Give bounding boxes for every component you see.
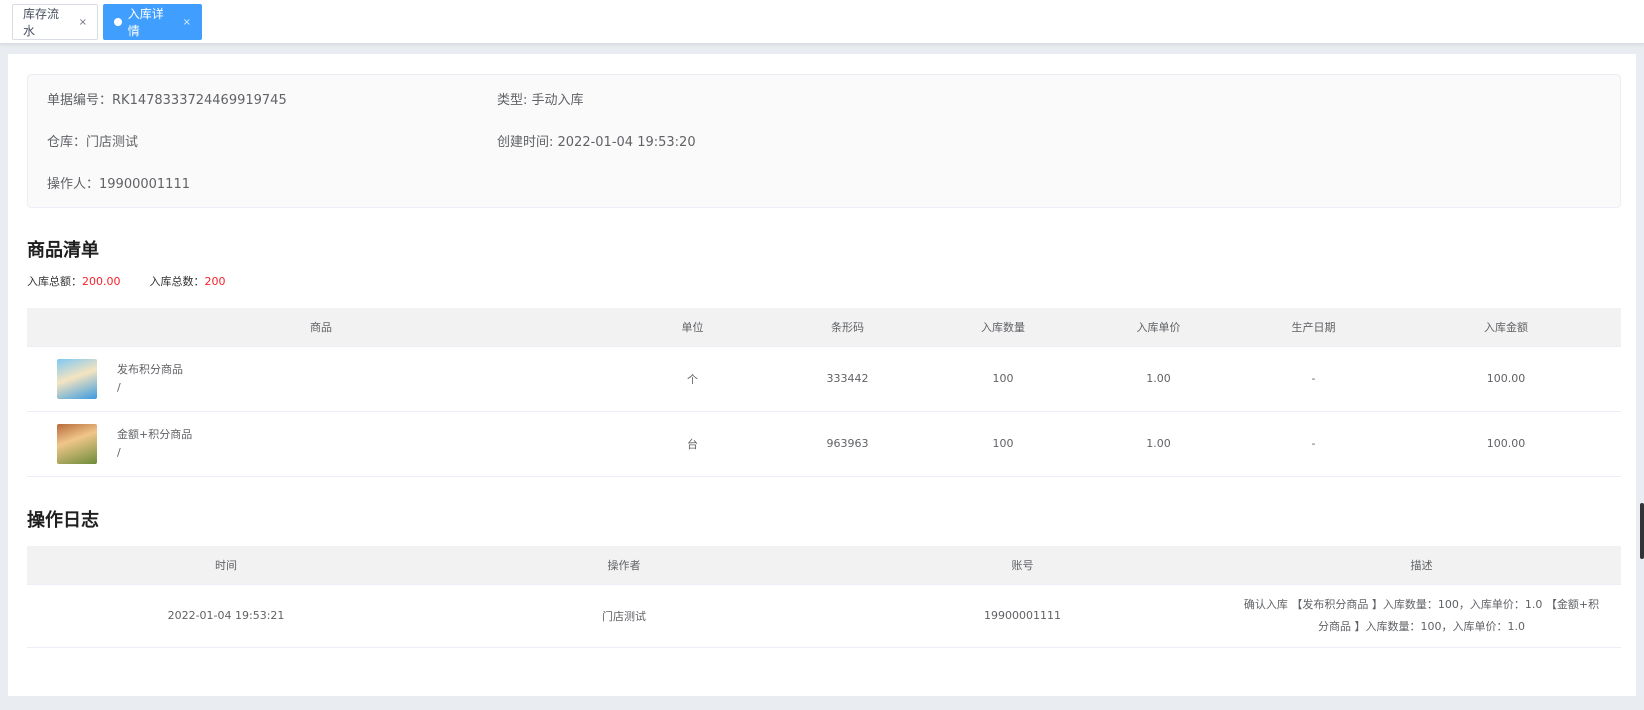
tab-label: 入库详情	[127, 7, 164, 38]
log-table: 时间 操作者 账号 描述 2022-01-04 19:53:21 门店测试 19…	[27, 546, 1621, 648]
col-header: 条形码	[770, 308, 925, 347]
product-name: 发布积分商品	[117, 362, 183, 376]
barcode-cell: 333442	[770, 346, 925, 412]
unit-cell: 台	[615, 411, 770, 477]
tabs-bar: 库存流水 × 入库详情 ×	[0, 0, 1644, 44]
col-header: 时间	[27, 546, 425, 585]
order-info-box: 单据编号：RK1478333724469919745 类型: 手动入库 仓库：门…	[27, 74, 1621, 208]
close-icon[interactable]: ×	[183, 17, 191, 28]
date-cell: -	[1236, 411, 1391, 477]
col-header: 账号	[823, 546, 1222, 585]
amount-cell: 100.00	[1391, 411, 1621, 477]
log-desc: 确认入库 【发布积分商品 】入库数量：100，入库单价：1.0 【金额+积 分商…	[1222, 584, 1621, 648]
table-header-row: 商品 单位 条形码 入库数量 入库单价 生产日期 入库金额	[27, 308, 1621, 347]
col-header: 商品	[27, 308, 615, 347]
tab-inbound-detail[interactable]: 入库详情 ×	[103, 4, 202, 40]
table-row: 金额+积分商品 / 台 963963 100 1.00 - 100.00	[27, 411, 1621, 477]
col-header: 入库数量	[925, 308, 1081, 347]
warehouse: 仓库：门店测试	[47, 135, 139, 150]
price-cell: 1.00	[1081, 411, 1236, 477]
table-header-row: 时间 操作者 账号 描述	[27, 546, 1621, 585]
price-cell: 1.00	[1081, 346, 1236, 412]
tab-label: 库存流水	[23, 7, 60, 38]
goods-table: 商品 单位 条形码 入库数量 入库单价 生产日期 入库金额 发布积分商品 / 个…	[27, 308, 1621, 477]
product-image	[57, 358, 97, 399]
col-header: 单位	[615, 308, 770, 347]
goods-title: 商品清单	[27, 240, 99, 261]
close-icon[interactable]: ×	[79, 17, 87, 28]
table-row: 发布积分商品 / 个 333442 100 1.00 - 100.00	[27, 346, 1621, 412]
tab-inventory-flow[interactable]: 库存流水 ×	[12, 4, 98, 40]
col-header: 操作者	[425, 546, 823, 585]
order-type: 类型: 手动入库	[497, 93, 584, 108]
goods-summary: 入库总额：200.00 入库总数：200	[27, 275, 226, 288]
log-account: 19900001111	[823, 584, 1222, 648]
date-cell: -	[1236, 346, 1391, 412]
log-operator: 门店测试	[425, 584, 823, 648]
log-time: 2022-01-04 19:53:21	[27, 584, 425, 648]
col-header: 生产日期	[1236, 308, 1391, 347]
col-header: 入库单价	[1081, 308, 1236, 347]
active-dot-icon	[114, 18, 122, 26]
product-spec: /	[117, 445, 121, 459]
table-row: 2022-01-04 19:53:21 门店测试 19900001111 确认入…	[27, 584, 1621, 648]
unit-cell: 个	[615, 346, 770, 412]
product-image	[57, 423, 97, 464]
qty-cell: 100	[925, 411, 1081, 477]
product-name: 金额+积分商品	[117, 427, 193, 441]
total-amount: 200.00	[82, 275, 121, 288]
col-header: 描述	[1222, 546, 1621, 585]
col-header: 入库金额	[1391, 308, 1621, 347]
amount-cell: 100.00	[1391, 346, 1621, 412]
operator: 操作人：19900001111	[47, 177, 190, 192]
log-title: 操作日志	[27, 510, 99, 531]
product-spec: /	[117, 380, 121, 394]
total-qty: 200	[204, 275, 226, 288]
scrollbar-handle[interactable]	[1640, 503, 1644, 559]
order-no: 单据编号：RK1478333724469919745	[47, 93, 287, 108]
barcode-cell: 963963	[770, 411, 925, 477]
created-time: 创建时间: 2022-01-04 19:53:20	[497, 135, 696, 150]
detail-panel: 单据编号：RK1478333724469919745 类型: 手动入库 仓库：门…	[8, 54, 1636, 696]
qty-cell: 100	[925, 346, 1081, 412]
